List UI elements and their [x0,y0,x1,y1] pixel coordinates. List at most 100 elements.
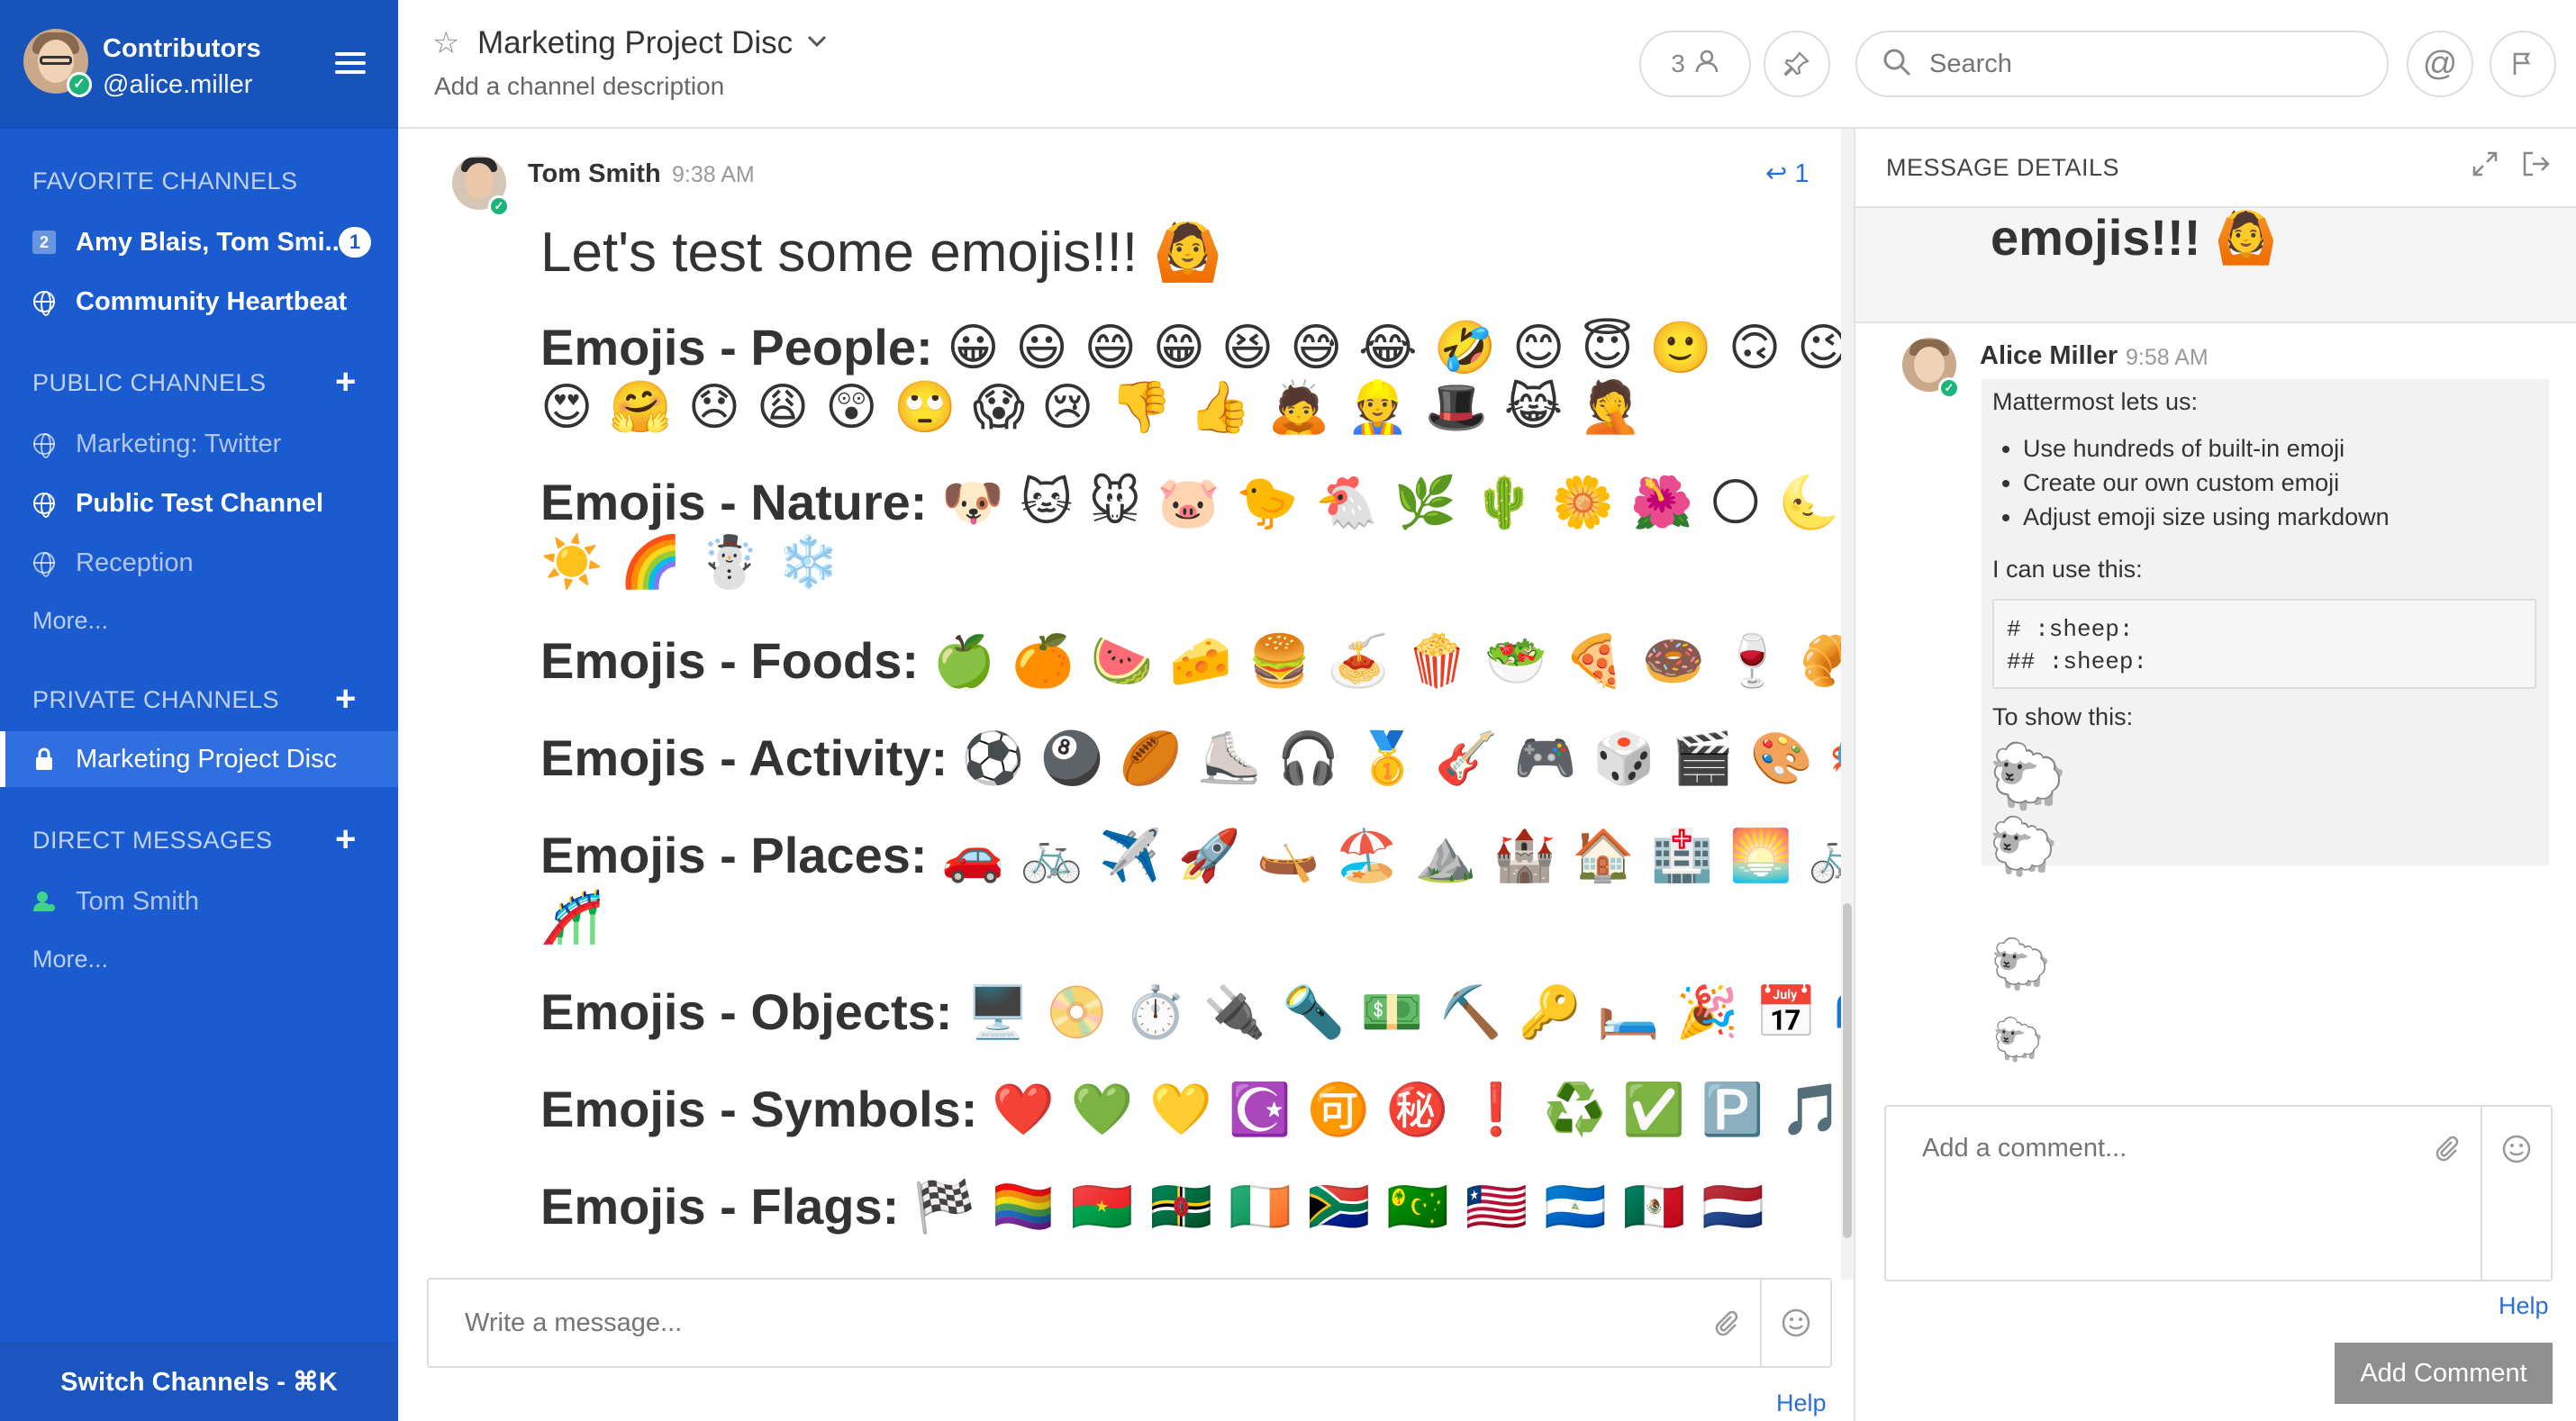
sidebar-item-label: Tom Smith [76,886,199,916]
close-panel-icon[interactable] [2522,150,2551,185]
paperclip-icon[interactable] [2412,1107,2481,1280]
sidebar-item-marketing-twitter[interactable]: Marketing: Twitter [0,416,398,472]
message-details-panel: MESSAGE DETAILS emojis!!! 🙆 ✓ Alice Mill… [1854,129,2576,1421]
lock-icon [32,747,56,771]
sidebar-item-tom-smith[interactable]: Tom Smith [0,873,398,929]
post-line-symbols: Emojis - Symbols: ❤️ 💚 💛 ☪️ 🉑 ㊙️ ❗ ♻️ ✅ … [540,1081,1922,1139]
scrollbar-thumb[interactable] [1843,903,1852,1238]
emoji-person-gesturing-ok: 🙆 [2214,209,2278,267]
list-item: Create our own custom emoji [2023,466,2390,500]
post-line-people: Emojis - People: 😀 😃 😄 😁 😆 😅 😂 🤣 😊 😇 🙂 🙃… [540,319,1850,377]
post-line-places: Emojis - Places: 🚗 🚲 ✈️ 🚀 🛶 🏖️ ⛰️ 🏰 🏠 🏥 … [540,827,1951,885]
root-post-text: emojis!!! [1991,209,2201,266]
emoji-picker-icon[interactable] [1762,1280,1830,1366]
comment-input[interactable] [1886,1107,2412,1280]
mention-badge: 1 [339,227,371,258]
member-count: 3 [1671,50,1685,77]
rhs-header: MESSAGE DETAILS [1855,129,2576,208]
flag-icon[interactable] [2490,31,2556,97]
member-count-button[interactable]: 3 [1639,31,1751,97]
paperclip-icon[interactable] [1692,1280,1760,1366]
post-line-nature: Emojis - Nature: 🐶 🐱 🐭 🐷 🐤 🐔 🌿 🌵 🌼 🌺 🌕 🌜… [540,474,1920,532]
channel-header: ☆ Marketing Project Disc Add a channel d… [398,0,2576,129]
emoji-picker-icon[interactable] [2482,1107,2551,1280]
hamburger-menu-icon[interactable] [335,52,366,76]
team-name: Contributors [103,34,261,63]
code-line: # :sheep: [2007,616,2134,643]
add-public-channel-button[interactable]: + [335,364,356,400]
globe-icon [32,432,56,458]
sidebar-item-community-heartbeat[interactable]: Community Heartbeat [0,274,398,330]
sidebar-item-marketing-project-disc[interactable]: Marketing Project Disc [0,731,398,787]
sidebar-item-label: Marketing Project Disc [76,744,338,774]
post-line-nature-continued: ☀️ 🌈 ☃️ ❄️ [540,533,840,592]
at-mention-icon[interactable]: @ [2407,31,2473,97]
post-list: ✓ Tom Smith 9:38 AM ↩ 1 Let's test some … [398,129,1975,1421]
post-line-places-continued: 🎢 [540,888,603,946]
root-post-preview: emojis!!! 🙆 [1855,208,2576,323]
message-composer[interactable] [427,1278,1832,1368]
search-box[interactable] [1855,31,2389,97]
reply-timestamp[interactable]: 9:58 AM [2126,345,2209,371]
team-header[interactable]: ✓ Contributors @alice.miller [0,0,398,129]
post-line-activity: Emojis - Activity: ⚽ 🎱 🏉 ⛸️ 🎧 🥇 🎸 🎮 🎲 🎬 … [540,729,1971,788]
code-line: ## :sheep: [2007,648,2148,675]
reply-body: Mattermost lets us: Use hundreds of buil… [1982,379,2549,879]
sidebar-item-label: Community Heartbeat [76,286,348,316]
list-item: Adjust emoji size using markdown [2023,500,2390,534]
message-input[interactable] [429,1280,1692,1366]
user-online-icon [32,890,56,913]
post-line-flags: Emojis - Flags: 🏁 🏳️‍🌈 🇧🇫 🇩🇲 🇮🇪 🇿🇦 🇨🇨 🇱🇷… [540,1178,1764,1236]
comment-composer[interactable] [1884,1105,2553,1281]
post-author[interactable]: Tom Smith [528,159,661,189]
sheep-emoji-medium: 🐑 [1989,813,2059,879]
sidebar-item-reception[interactable]: Reception [0,535,398,591]
section-favorite-channels: FAVORITE CHANNELS [32,167,298,195]
switch-channels-button[interactable]: Switch Channels - ⌘K [0,1342,398,1421]
help-link[interactable]: Help [2499,1292,2549,1320]
channel-name[interactable]: Marketing Project Disc [477,25,793,61]
list-item: Use hundreds of built-in emoji [2023,431,2390,466]
help-link[interactable]: Help [1776,1389,1827,1417]
add-private-channel-button[interactable]: + [335,681,356,717]
section-direct-messages: DIRECT MESSAGES [32,827,273,854]
globe-icon [32,492,56,518]
search-input[interactable] [1927,48,2360,80]
section-public-channels: PUBLIC CHANNELS [32,369,267,396]
search-icon [1882,48,1911,81]
more-direct-messages-link[interactable]: More... [32,946,108,973]
reply-intro: Mattermost lets us: [1992,388,2199,415]
online-status-icon: ✓ [67,72,92,97]
post-line-foods: Emojis - Foods: 🍏 🍊 🍉 🧀 🍔 🍝 🍿 🥗 🍕 🍩 🍷 🥐 [540,632,1864,691]
sidebar-item-public-test-channel[interactable]: Public Test Channel [0,475,398,531]
star-icon[interactable]: ☆ [432,25,459,61]
online-status-icon: ✓ [1938,377,1960,399]
add-direct-message-button[interactable]: + [335,821,356,857]
post-timestamp[interactable]: 9:38 AM [672,162,755,188]
more-public-channels-link[interactable]: More... [32,607,108,635]
post-title: Let's test some emojis!!! 🙆 [540,219,1223,285]
add-comment-button[interactable]: Add Comment [2335,1343,2553,1404]
member-icon [1694,49,1719,80]
section-private-channels: PRIVATE CHANNELS [32,686,280,713]
expand-icon[interactable] [2472,150,2499,185]
sheep-emoji-large: 🐑 [1989,739,2068,813]
reply-author[interactable]: Alice Miller [1980,341,2118,371]
post-line-people-continued: 😍 🤗 😞 😩 😲 🙄 😱 😢 👎 👍 🙇 👷 🎩 😹 🤦 [540,378,1642,437]
sidebar-item-label: Amy Blais, Tom Smi... [76,227,347,257]
reply-count-button[interactable]: ↩ 1 [1765,158,1810,189]
reply-icon: ↩ [1765,159,1788,188]
group-message-icon: 2 [32,231,56,254]
sidebar-item-label: Marketing: Twitter [76,429,282,458]
emoji-person-gesturing-ok: 🙆 [1153,219,1223,285]
sidebar-item-label: Public Test Channel [76,488,324,518]
reply-show-label: To show this: [1992,703,2134,730]
post-line-objects: Emojis - Objects: 🖥️ 📀 ⏱️ 🔌 🔦 💵 ⛏️ 🔑 🛏️ … [540,983,1976,1042]
globe-icon [32,290,56,316]
reply-use-label: I can use this: [1992,556,2143,583]
reply-bullet-list: Use hundreds of built-in emoji Create ou… [1992,431,2390,534]
pin-icon[interactable] [1764,31,1830,97]
chevron-down-icon[interactable] [805,29,829,59]
sidebar-item-amy-blais-tom-smith[interactable]: 2 Amy Blais, Tom Smi... 1 [0,214,398,270]
channel-description[interactable]: Add a channel description [434,72,724,101]
